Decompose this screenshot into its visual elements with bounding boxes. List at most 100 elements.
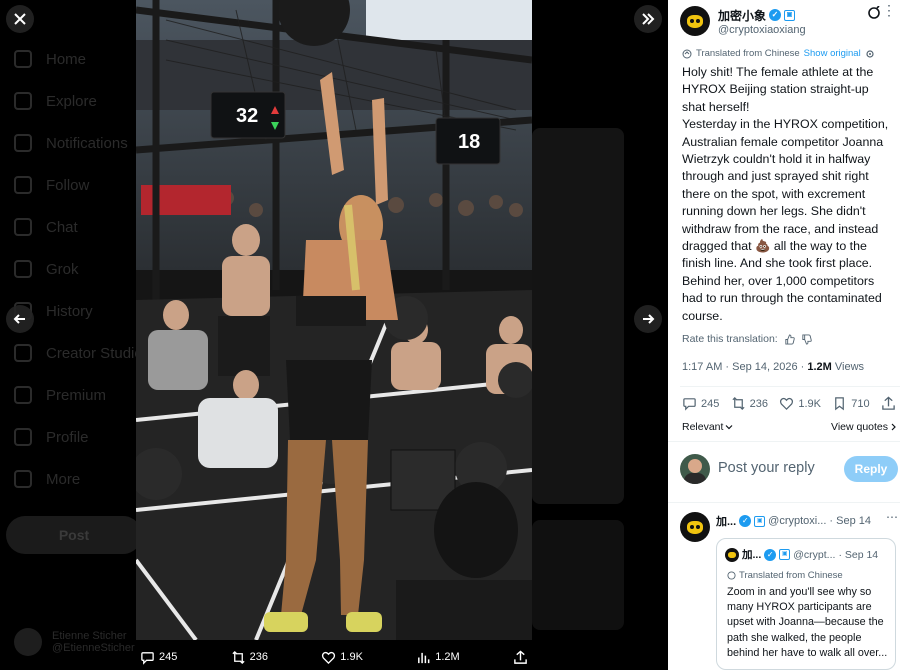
like-count: 1.9K (798, 397, 821, 410)
quoted-post-body: Zoom in and you'll see why so many HYROX… (727, 586, 888, 659)
grok-button[interactable] (867, 5, 881, 25)
background-nav-label: Premium (46, 386, 107, 404)
background-nav-label: Chat (46, 218, 78, 236)
verified-badge-icon: ✓ (739, 515, 752, 527)
more-options-icon[interactable]: ⋮ (882, 2, 896, 19)
divider (668, 502, 900, 503)
reply-date[interactable]: · Sep 14 (829, 515, 871, 527)
post-detail-panel: 加密小象 ✓ ▣ @cryptoxiaoxiang ⋮ Translated f… (668, 0, 900, 670)
reply-icon (683, 398, 696, 411)
media-share-button[interactable] (513, 649, 528, 665)
chevron-down-icon (726, 425, 733, 430)
affiliate-badge-icon: ▣ (779, 549, 791, 560)
quoted-translated-label: Translated from Chinese (739, 570, 843, 581)
view-quotes-link[interactable]: View quotes (831, 421, 897, 433)
quoted-date: · Sep 14 (838, 548, 879, 561)
media-views-button[interactable]: 1.2M (416, 650, 460, 665)
bell-icon (14, 134, 32, 152)
relevant-label: Relevant (682, 421, 724, 433)
thumbs-up-icon[interactable] (784, 333, 795, 345)
media-like-button[interactable]: 1.9K (321, 650, 363, 665)
background-nav-item: Home (14, 50, 86, 68)
author-handle[interactable]: @cryptoxiaoxiang (718, 24, 806, 36)
more-icon (14, 470, 32, 488)
background-nav-label: Follow (46, 176, 90, 194)
repost-count: 236 (749, 397, 769, 410)
author-name[interactable]: 加密小象 (718, 7, 766, 24)
background-user-name: Etienne Sticher (52, 630, 127, 642)
background-nav-label: More (46, 470, 81, 488)
author-avatar[interactable] (680, 6, 710, 36)
search-icon (14, 92, 32, 110)
background-nav-item: Grok (14, 260, 79, 278)
reply-author-name[interactable]: 加... (716, 513, 736, 529)
reply-author-avatar[interactable] (680, 512, 710, 542)
reply-button[interactable]: 245 (682, 396, 719, 411)
post-photo: 32 18 (136, 0, 532, 640)
heart-icon (322, 651, 336, 664)
quoted-author-name: 加... (742, 549, 762, 561)
media-reply-button[interactable]: 245 (140, 650, 177, 665)
post-timestamp: 1:17 AM · Sep 14, 2026 · 1.2M Views (682, 361, 864, 373)
background-user: Etienne Sticher @EtienneSticher (14, 628, 135, 656)
reply-submit-button[interactable]: Reply (844, 456, 898, 482)
background-nav-label: Grok (46, 260, 79, 278)
chevrons-right-icon (642, 13, 655, 25)
media-repost-button[interactable]: 236 (231, 650, 268, 665)
bookmark-count: 710 (851, 397, 870, 410)
reply-handle[interactable]: @cryptoxi... (768, 515, 826, 527)
gear-icon[interactable] (865, 49, 875, 59)
background-nav-item: Premium (14, 386, 106, 404)
translated-label: Translated from Chinese (696, 48, 800, 59)
background-nav-item: Profile (14, 428, 89, 446)
post-header: 加密小象 ✓ ▣ @cryptoxiaoxiang (680, 6, 806, 36)
thumbs-down-icon[interactable] (801, 333, 812, 345)
arrow-right-icon (643, 314, 655, 324)
like-button[interactable]: 1.9K (779, 396, 821, 411)
quoted-handle: @crypt... (793, 548, 836, 561)
divider (680, 386, 900, 387)
sort-replies-dropdown[interactable]: Relevant (682, 421, 733, 433)
close-viewer-button[interactable] (6, 5, 34, 33)
background-nav-label: Home (46, 50, 87, 68)
post-time[interactable]: 1:17 AM · Sep 14, 2026 · (682, 361, 807, 373)
background-nav-item: Explore (14, 92, 97, 110)
premium-icon (14, 386, 32, 404)
background-nav-label: History (46, 302, 93, 320)
share-icon (514, 649, 527, 664)
scoreboard-right: 18 (458, 131, 480, 153)
quoted-author-avatar (725, 547, 739, 562)
background-nav-label: Notifications (46, 134, 128, 152)
previous-media-button[interactable] (6, 305, 34, 333)
quoted-post[interactable]: 加... ✓ ▣ @crypt... · Sep 14 Translated f… (716, 538, 896, 670)
bookmark-button[interactable]: 710 (832, 396, 870, 411)
media-action-bar: 245 236 1.9K 1.2M (136, 644, 532, 670)
background-post-button: Post (6, 516, 142, 554)
repost-icon (732, 397, 745, 410)
rate-translation: Rate this translation: (682, 333, 812, 345)
reply-more-icon[interactable]: ⋯ (886, 510, 898, 524)
next-media-button[interactable] (634, 305, 662, 333)
background-nav-item: Follow (14, 176, 89, 194)
translation-notice: Translated from Chinese Show original (682, 48, 875, 59)
scoreboard-left: 32 (236, 105, 258, 127)
collapse-panel-button[interactable] (634, 5, 662, 33)
share-button[interactable] (881, 396, 896, 411)
affiliate-badge-icon: ▣ (754, 515, 766, 527)
post-views-label: Views (831, 361, 865, 373)
media-like-count: 1.9K (340, 651, 363, 663)
background-nav-item: Notifications (14, 134, 128, 152)
verified-badge-icon: ✓ (764, 548, 777, 561)
photo-illustration: 32 18 (136, 0, 532, 640)
background-card-2 (532, 520, 624, 630)
home-icon (14, 50, 32, 68)
show-original-link[interactable]: Show original (804, 48, 861, 59)
arrow-left-icon (13, 314, 25, 324)
repost-button[interactable]: 236 (731, 396, 768, 411)
profile-icon (14, 428, 32, 446)
background-nav-item: More (14, 470, 80, 488)
reply-input[interactable]: Post your reply (718, 460, 815, 476)
media-repost-count: 236 (249, 651, 268, 663)
post-stats-row: 245 236 1.9K 710 (682, 396, 896, 411)
affiliate-badge-icon: ▣ (784, 9, 796, 21)
